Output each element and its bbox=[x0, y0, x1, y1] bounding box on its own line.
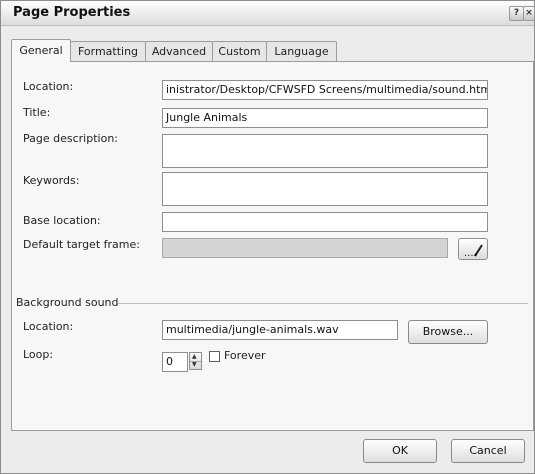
base-location-label: Base location: bbox=[23, 214, 101, 227]
title-label: Title: bbox=[23, 106, 51, 119]
sound-location-label: Location: bbox=[23, 320, 74, 333]
keywords-field[interactable] bbox=[162, 172, 488, 206]
page-description-label: Page description: bbox=[23, 132, 118, 145]
arrow-up-icon: ▲ bbox=[192, 353, 197, 360]
default-target-frame-label: Default target frame: bbox=[23, 238, 140, 251]
keywords-label: Keywords: bbox=[23, 174, 80, 187]
tab-advanced[interactable]: Advanced bbox=[145, 41, 213, 61]
loop-spinner[interactable]: ▲ ▼ bbox=[189, 352, 202, 370]
tab-language[interactable]: Language bbox=[266, 41, 337, 61]
tab-custom[interactable]: Custom bbox=[212, 41, 267, 61]
title-bar[interactable]: Page Properties ? × bbox=[1, 1, 535, 26]
forever-checkbox[interactable] bbox=[209, 351, 220, 362]
help-icon[interactable]: ? bbox=[509, 6, 524, 21]
loop-field[interactable]: 0 bbox=[162, 352, 188, 372]
svg-text:...: ... bbox=[464, 248, 474, 258]
browse-button[interactable]: Browse... bbox=[408, 320, 488, 344]
base-location-field[interactable] bbox=[162, 212, 488, 232]
dialog-title: Page Properties bbox=[13, 5, 131, 20]
cancel-button[interactable]: Cancel bbox=[451, 439, 525, 463]
close-icon[interactable]: × bbox=[523, 6, 535, 21]
pencil-icon: ... bbox=[464, 244, 483, 258]
loop-label: Loop: bbox=[23, 348, 54, 361]
forever-label: Forever bbox=[224, 349, 266, 362]
sound-location-field[interactable]: multimedia/jungle-animals.wav bbox=[162, 320, 398, 340]
page-description-field[interactable] bbox=[162, 134, 488, 168]
location-label: Location: bbox=[23, 80, 74, 93]
arrow-down-icon: ▼ bbox=[192, 361, 197, 368]
change-target-frame-button[interactable]: ... bbox=[458, 238, 488, 260]
location-field[interactable]: inistrator/Desktop/CFWSFD Screens/multim… bbox=[162, 80, 488, 100]
tab-general[interactable]: General bbox=[11, 39, 71, 62]
general-tab-panel: Location: inistrator/Desktop/CFWSFD Scre… bbox=[11, 61, 534, 431]
group-divider bbox=[118, 303, 528, 304]
title-field[interactable]: Jungle Animals bbox=[162, 108, 488, 128]
page-properties-dialog: Page Properties ? × General Formatting A… bbox=[0, 0, 535, 474]
ok-button[interactable]: OK bbox=[363, 439, 437, 463]
background-sound-group-label: Background sound bbox=[16, 296, 123, 309]
spin-down-button[interactable]: ▼ bbox=[190, 361, 201, 369]
tab-formatting[interactable]: Formatting bbox=[70, 41, 146, 61]
default-target-frame-field bbox=[162, 238, 448, 258]
